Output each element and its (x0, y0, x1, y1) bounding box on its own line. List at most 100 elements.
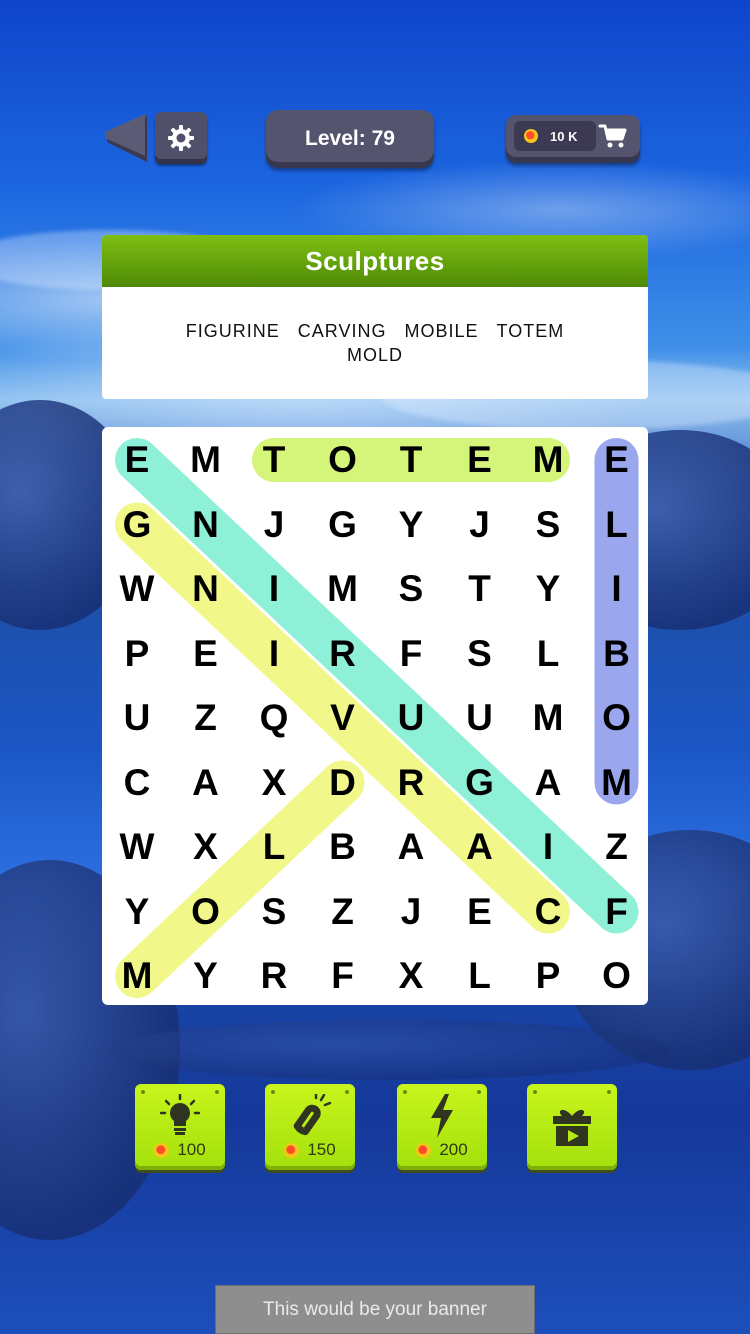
level-indicator: Level: 79 (266, 110, 434, 168)
grid-cell[interactable]: Y (103, 880, 171, 944)
coins-shop-button[interactable]: 10 K (506, 115, 640, 163)
lightning-icon (431, 1094, 453, 1138)
ad-banner[interactable]: This would be your banner (215, 1285, 535, 1334)
gift-video-icon (553, 1109, 591, 1146)
grid-cell[interactable]: A (446, 815, 514, 879)
grid-cell[interactable]: G (309, 493, 377, 557)
grid-cell[interactable]: C (514, 880, 582, 944)
grid-cell[interactable]: M (583, 751, 651, 815)
grid-cell[interactable]: S (446, 622, 514, 686)
coin-balance: 10 K (514, 121, 596, 151)
grid-cell[interactable]: T (377, 428, 445, 492)
grid-cell[interactable]: E (583, 428, 651, 492)
grid-cell[interactable]: U (446, 686, 514, 750)
video-gift-button[interactable] (527, 1084, 617, 1176)
coin-balance-label: 10 K (550, 128, 578, 144)
grid-cell[interactable]: M (103, 944, 171, 1008)
word-mold: MOLD (346, 345, 403, 365)
grid-cell[interactable]: M (514, 686, 582, 750)
grid-cell[interactable]: M (172, 428, 240, 492)
grid-cell[interactable]: G (446, 751, 514, 815)
grid-cell[interactable]: Y (377, 493, 445, 557)
grid-cell[interactable]: T (240, 428, 308, 492)
grid-cell[interactable]: T (446, 557, 514, 621)
grid-cell[interactable]: R (240, 944, 308, 1008)
grid-cell[interactable]: L (446, 944, 514, 1008)
grid-cell[interactable]: Y (514, 557, 582, 621)
grid-cell[interactable]: P (514, 944, 582, 1008)
grid-cell[interactable]: P (103, 622, 171, 686)
grid-cell[interactable]: M (309, 557, 377, 621)
grid-cell[interactable]: J (446, 493, 514, 557)
gear-icon (168, 125, 194, 151)
grid-cell[interactable]: O (583, 686, 651, 750)
word-carving: CARVING (297, 321, 387, 341)
grid-cell[interactable]: S (377, 557, 445, 621)
grid-cell[interactable]: F (583, 880, 651, 944)
grid-cell[interactable]: Z (583, 815, 651, 879)
grid-cell[interactable]: E (446, 428, 514, 492)
grid-cell[interactable]: A (172, 751, 240, 815)
hint-button[interactable]: 100 (135, 1084, 225, 1176)
grid-cell[interactable]: W (103, 557, 171, 621)
grid-cell[interactable]: S (240, 880, 308, 944)
grid-cell[interactable]: X (377, 944, 445, 1008)
category-title: Sculptures (102, 235, 648, 287)
grid-cell[interactable]: O (172, 880, 240, 944)
grid-cell[interactable]: I (240, 622, 308, 686)
grid-cell[interactable]: R (309, 622, 377, 686)
grid-cell[interactable]: B (583, 622, 651, 686)
grid-cell[interactable]: O (583, 944, 651, 1008)
grid-cell[interactable]: Q (240, 686, 308, 750)
grid-cell[interactable]: B (309, 815, 377, 879)
grid-cell[interactable]: N (172, 557, 240, 621)
grid-cell[interactable]: F (377, 622, 445, 686)
grid-cell[interactable]: A (514, 751, 582, 815)
back-arrow-icon (105, 114, 147, 162)
lightning-price: 200 (439, 1140, 468, 1159)
grid-cell[interactable]: X (172, 815, 240, 879)
cart-icon[interactable] (598, 122, 628, 150)
grid-cell[interactable]: N (172, 493, 240, 557)
grid-cell[interactable]: J (377, 880, 445, 944)
hint-price: 100 (177, 1140, 206, 1159)
grid-cell[interactable]: J (240, 493, 308, 557)
grid-cell[interactable]: S (514, 493, 582, 557)
lightbulb-icon (160, 1094, 200, 1135)
grid-cell[interactable]: E (103, 428, 171, 492)
grid-cell[interactable]: R (377, 751, 445, 815)
grid-cell[interactable]: L (583, 493, 651, 557)
coin-icon (416, 1142, 432, 1158)
grid-cell[interactable]: U (377, 686, 445, 750)
lightning-button[interactable]: 200 (397, 1084, 487, 1176)
grid-cell[interactable]: U (103, 686, 171, 750)
grid-cell[interactable]: F (309, 944, 377, 1008)
settings-button[interactable] (155, 112, 207, 164)
grid-cell[interactable]: G (103, 493, 171, 557)
grid-cell[interactable]: E (172, 622, 240, 686)
grid-cell[interactable]: O (309, 428, 377, 492)
grid-cell[interactable]: C (103, 751, 171, 815)
back-button[interactable] (103, 112, 149, 164)
ad-banner-text: This would be your banner (263, 1298, 487, 1320)
magnet-button[interactable]: 150 (265, 1084, 355, 1176)
grid-cell[interactable]: W (103, 815, 171, 879)
letter-grid[interactable]: EMTOTEMEGNJGYJSLWNIMSTYIPEIRFSLBUZQVUUMO… (102, 427, 648, 1005)
grid-cell[interactable]: X (240, 751, 308, 815)
coin-icon (154, 1142, 170, 1158)
grid-cell[interactable]: Z (172, 686, 240, 750)
grid-cell[interactable]: I (240, 557, 308, 621)
grid-cell[interactable]: L (514, 622, 582, 686)
grid-cell[interactable]: M (514, 428, 582, 492)
word-figurine: FIGURINE (185, 321, 280, 341)
grid-cell[interactable]: I (583, 557, 651, 621)
grid-cell[interactable]: Y (172, 944, 240, 1008)
grid-cell[interactable]: E (446, 880, 514, 944)
grid-cell[interactable]: V (309, 686, 377, 750)
grid-cell[interactable]: D (309, 751, 377, 815)
grid-cell[interactable]: L (240, 815, 308, 879)
grid-cell[interactable]: Z (309, 880, 377, 944)
grid-cell[interactable]: A (377, 815, 445, 879)
grid-cell[interactable]: I (514, 815, 582, 879)
word-list: FIGURINE CARVING MOBILE TOTEM MOLD (102, 287, 648, 367)
